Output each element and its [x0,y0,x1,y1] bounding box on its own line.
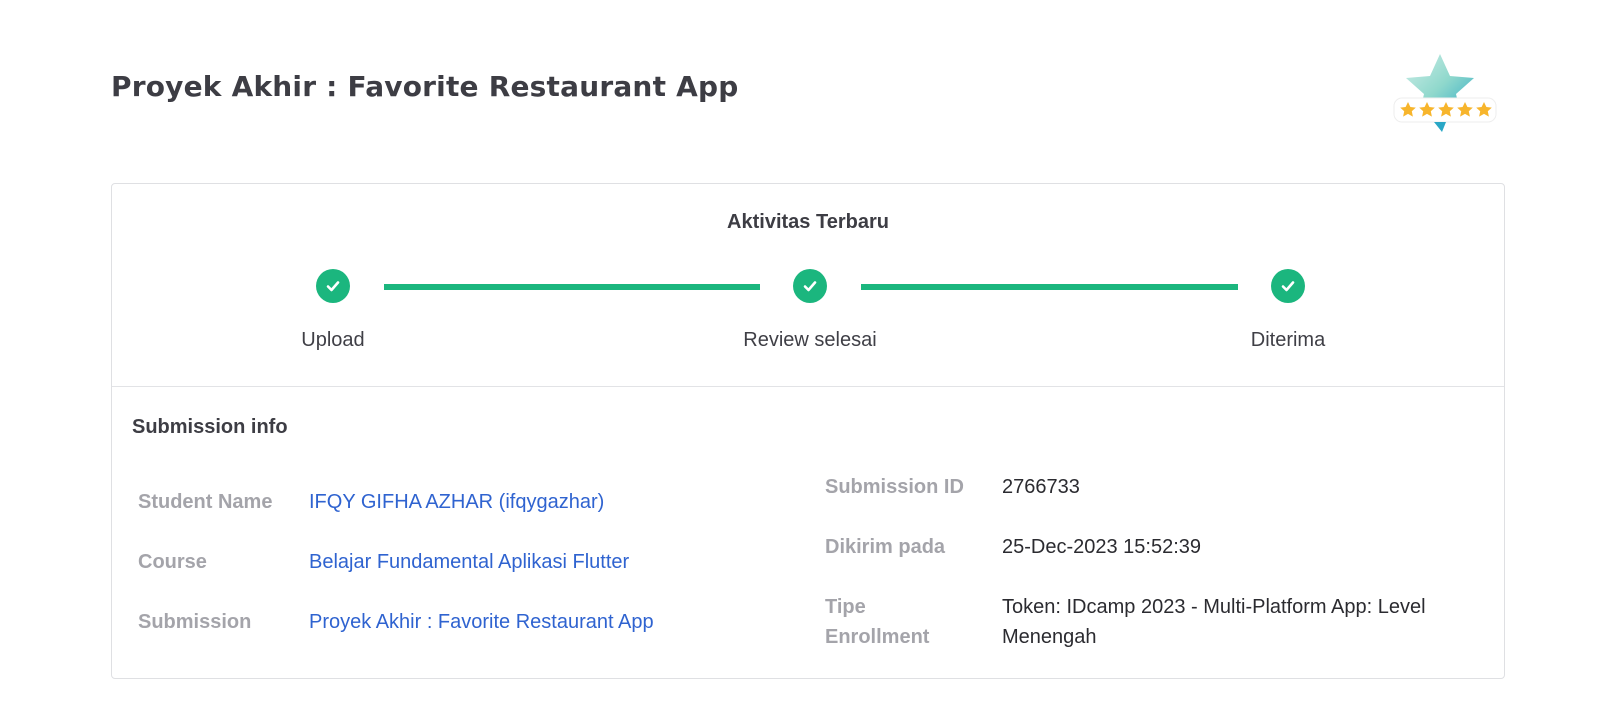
activity-title: Aktivitas Terbaru [727,211,889,233]
step-label: Upload [301,329,365,351]
step-label: Review selesai [743,329,877,351]
step-review: Review selesai [710,269,910,352]
course-link[interactable]: Belajar Fundamental Aplikasi Flutter [309,551,629,573]
submission-id-label: Submission ID [825,476,964,498]
sent-at-label: Dikirim pada [825,536,946,558]
progress-line-2 [861,284,1238,290]
divider [112,386,1504,387]
step-upload: Upload [233,269,433,352]
submission-card: Aktivitas Terbaru Upload Review selesai … [111,183,1505,679]
enrollment-type-value-line1: Token: IDcamp 2023 - Multi-Platform App:… [1002,596,1426,618]
enrollment-type-value: Token: IDcamp 2023 - Multi-Platform App:… [1002,592,1482,652]
check-icon [793,269,827,303]
enrollment-type-label: Tipe Enrollment [825,592,929,652]
submission-id-value: 2766733 [1002,476,1080,498]
student-name-label: Student Name [138,491,273,513]
enrollment-type-label-line2: Enrollment [825,626,930,648]
submission-value[interactable]: Proyek Akhir : Favorite Restaurant App [309,607,654,637]
course-value[interactable]: Belajar Fundamental Aplikasi Flutter [309,547,629,577]
student-name-link[interactable]: IFQY GIFHA AZHAR (ifqygazhar) [309,491,604,513]
submission-label: Submission [138,611,252,633]
check-icon [316,269,350,303]
page-title: Proyek Akhir : Favorite Restaurant App [111,70,739,103]
star-rating-badge-icon [1390,48,1510,138]
submission-info-heading: Submission info [132,416,288,438]
enrollment-type-value-line2: Menengah [1002,626,1097,648]
course-label: Course [138,551,207,573]
step-accepted: Diterima [1188,269,1388,352]
check-icon [1271,269,1305,303]
step-label: Diterima [1250,329,1326,351]
progress-line-1 [384,284,760,290]
enrollment-type-label-line1: Tipe [825,596,866,618]
submission-link[interactable]: Proyek Akhir : Favorite Restaurant App [309,611,654,633]
sent-at-value: 25-Dec-2023 15:52:39 [1002,536,1202,558]
student-name-value[interactable]: IFQY GIFHA AZHAR (ifqygazhar) [309,487,604,517]
